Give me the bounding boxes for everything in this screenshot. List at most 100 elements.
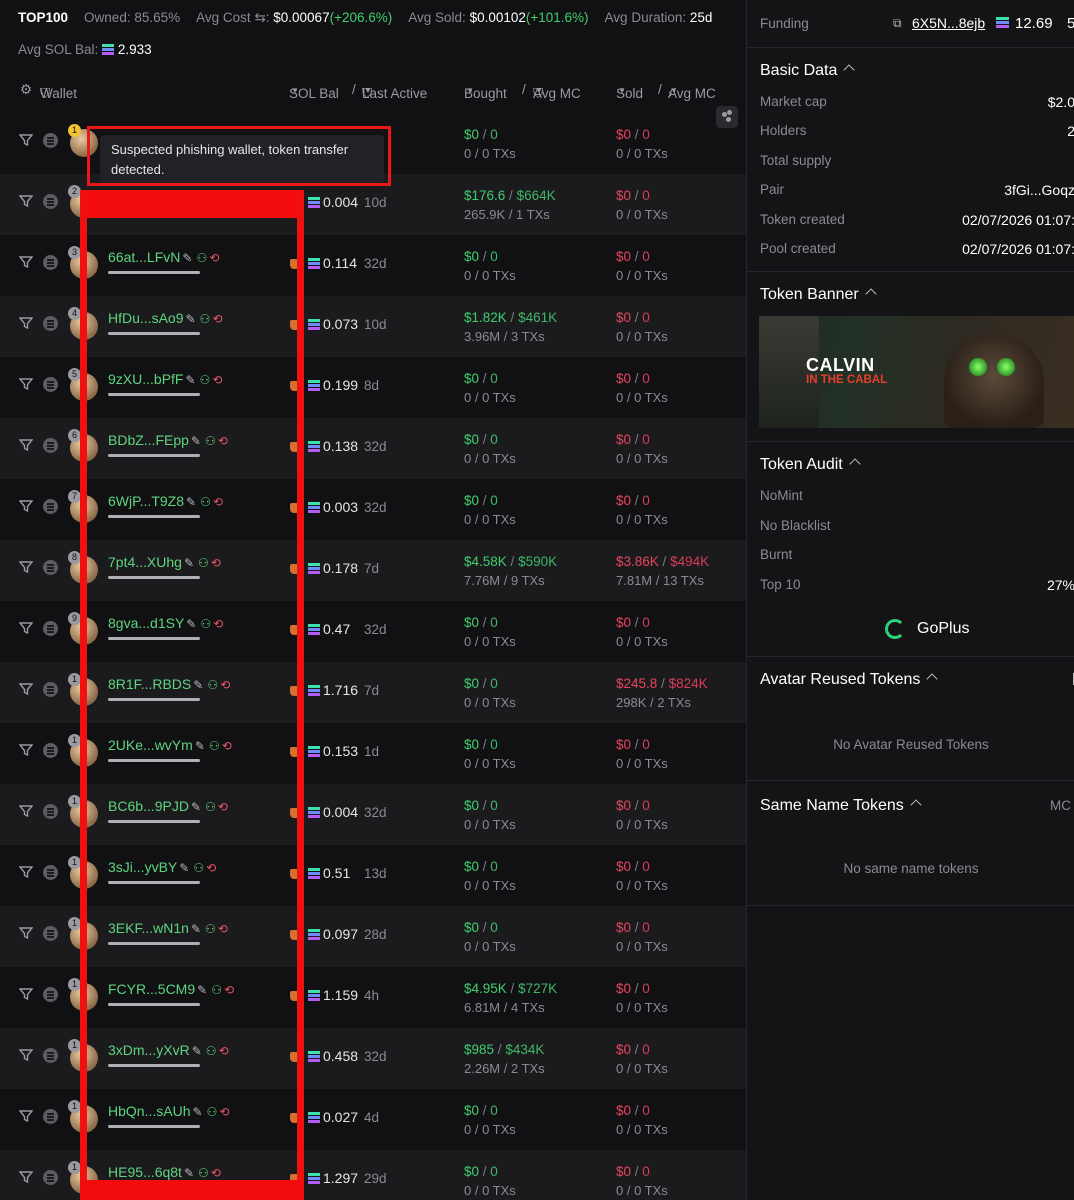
sol-icon	[102, 44, 115, 55]
filter-icon[interactable]	[18, 438, 34, 452]
sold-sub: 0 / 0 TXs	[616, 329, 668, 344]
list-icon[interactable]	[43, 194, 58, 209]
filter-icon[interactable]	[18, 926, 34, 940]
bought-sub: 3.96M / 3 TXs	[464, 329, 545, 344]
token-banner-image[interactable]: CALVIN IN THE CABAL	[759, 316, 1074, 428]
filter-icon[interactable]	[18, 499, 34, 513]
bought-avg-mc: 0	[490, 737, 498, 752]
sold-cell: $0 / 00 / 0 TXs	[616, 737, 668, 771]
filter-icon[interactable]	[18, 1048, 34, 1062]
list-icon[interactable]	[43, 1170, 58, 1185]
list-icon[interactable]	[43, 804, 58, 819]
funding-label: Funding	[760, 16, 809, 31]
highlight-box-tooltip	[87, 126, 391, 186]
sold-avg-mc: 0	[642, 249, 650, 264]
sold-sub: 298K / 2 TXs	[616, 695, 691, 710]
filter-icon[interactable]	[18, 133, 34, 147]
filter-icon[interactable]	[18, 377, 34, 391]
list-icon[interactable]	[43, 499, 58, 514]
bought-usd: $0	[464, 1103, 480, 1118]
sort-icon: ▼	[618, 86, 626, 95]
chevron-up-icon[interactable]	[926, 673, 939, 685]
chevron-up-icon[interactable]	[865, 288, 877, 300]
chevron-right-icon[interactable]: ›	[668, 86, 673, 101]
sold-usd: $0	[616, 615, 632, 630]
funding-address-link[interactable]: 6X5N...8ejb	[912, 15, 985, 31]
bought-cell: $0 / 00 / 0 TXs	[464, 432, 516, 466]
avg-cost-label: Avg Cost	[196, 10, 251, 25]
list-icon[interactable]	[43, 682, 58, 697]
sol-icon	[308, 1173, 320, 1184]
list-icon[interactable]	[43, 438, 58, 453]
sol-balance: 0.027	[323, 1109, 359, 1125]
token-audit-title[interactable]: Token Audit	[760, 456, 861, 474]
bought-sub: 0 / 0 TXs	[464, 939, 516, 954]
sol-icon	[308, 685, 320, 696]
filter-icon[interactable]	[18, 560, 34, 574]
list-icon[interactable]	[43, 1048, 58, 1063]
filter-icon[interactable]	[18, 1109, 34, 1123]
highlight-box-wallet-column	[80, 190, 304, 1200]
bought-sub: 7.76M / 9 TXs	[464, 573, 545, 588]
filter-icon[interactable]	[18, 621, 34, 635]
list-icon[interactable]	[43, 133, 58, 148]
sold-usd: $0	[616, 371, 632, 386]
sold-avg-mc: 0	[642, 737, 650, 752]
bought-cell: $0 / 00 / 0 TXs	[464, 676, 516, 710]
sol-icon	[308, 502, 320, 513]
avatar-reused-title[interactable]: Avatar Reused Tokens	[760, 671, 939, 689]
sold-cell: $0 / 00 / 0 TXs	[616, 249, 668, 283]
filter-icon[interactable]	[18, 865, 34, 879]
filter-icon[interactable]	[18, 1170, 34, 1184]
bought-cell: $176.6 / $664K 265.9K / 1 TXs	[464, 188, 556, 222]
filter-icon[interactable]	[18, 194, 34, 208]
list-icon[interactable]	[43, 987, 58, 1002]
list-icon[interactable]	[43, 865, 58, 880]
copy-icon[interactable]: ⧉	[893, 16, 902, 31]
filter-icon[interactable]	[18, 743, 34, 757]
audit-label: Burnt	[760, 547, 793, 562]
sol-balance: 0.51	[323, 865, 351, 881]
filter-icon[interactable]	[18, 987, 34, 1001]
filter-icon[interactable]	[18, 804, 34, 818]
chevron-up-icon[interactable]	[910, 799, 922, 811]
table-header: ⚙ Wallet ⛉ SOL Bal ▼ / Last Active ▼ ⛉ Bou…	[20, 82, 716, 102]
top100-tab[interactable]: TOP100	[18, 10, 68, 26]
filter-icon[interactable]	[18, 316, 34, 330]
chevron-up-icon[interactable]	[843, 64, 856, 76]
sold-usd: $0	[616, 127, 632, 142]
same-name-mc-header: MC	[1050, 798, 1071, 813]
header-slash-2: /	[522, 82, 526, 97]
filter-icon[interactable]: ⛉	[533, 86, 543, 102]
settings-icon[interactable]: ⚙	[20, 82, 32, 98]
sold-cell: $0 / 00 / 0 TXs	[616, 1164, 668, 1198]
list-icon[interactable]	[43, 743, 58, 758]
sold-sub: 0 / 0 TXs	[616, 939, 668, 954]
list-icon[interactable]	[43, 316, 58, 331]
swap-icon[interactable]: ⇆:	[254, 10, 269, 25]
goplus-label[interactable]: GoPlus	[917, 620, 969, 638]
basic-data-title[interactable]: Basic Data	[760, 62, 856, 80]
filter-icon[interactable]	[18, 255, 34, 269]
list-icon[interactable]	[43, 377, 58, 392]
bought-usd: $1.82K	[464, 310, 507, 325]
same-name-title[interactable]: Same Name Tokens	[760, 797, 922, 815]
last-active: 32d	[364, 805, 387, 820]
list-icon[interactable]	[43, 926, 58, 941]
list-icon[interactable]	[43, 560, 58, 575]
chevron-up-icon[interactable]	[849, 458, 861, 470]
list-icon[interactable]	[43, 255, 58, 270]
list-icon[interactable]	[43, 1109, 58, 1124]
sold-usd: $0	[616, 798, 632, 813]
token-banner-title[interactable]: Token Banner	[760, 286, 877, 304]
sold-sub: 0 / 0 TXs	[616, 817, 668, 832]
bought-usd: $0	[464, 798, 480, 813]
sold-usd: $0	[616, 310, 632, 325]
bought-cell: $4.58K / $590K 7.76M / 9 TXs	[464, 554, 558, 588]
list-icon[interactable]	[43, 621, 58, 636]
sol-icon	[308, 746, 320, 757]
filter-icon[interactable]: ⛉	[40, 86, 50, 102]
filter-icon[interactable]: ⛉	[362, 86, 372, 102]
filter-icon[interactable]	[18, 682, 34, 696]
sol-balance: 0.003	[323, 499, 359, 515]
